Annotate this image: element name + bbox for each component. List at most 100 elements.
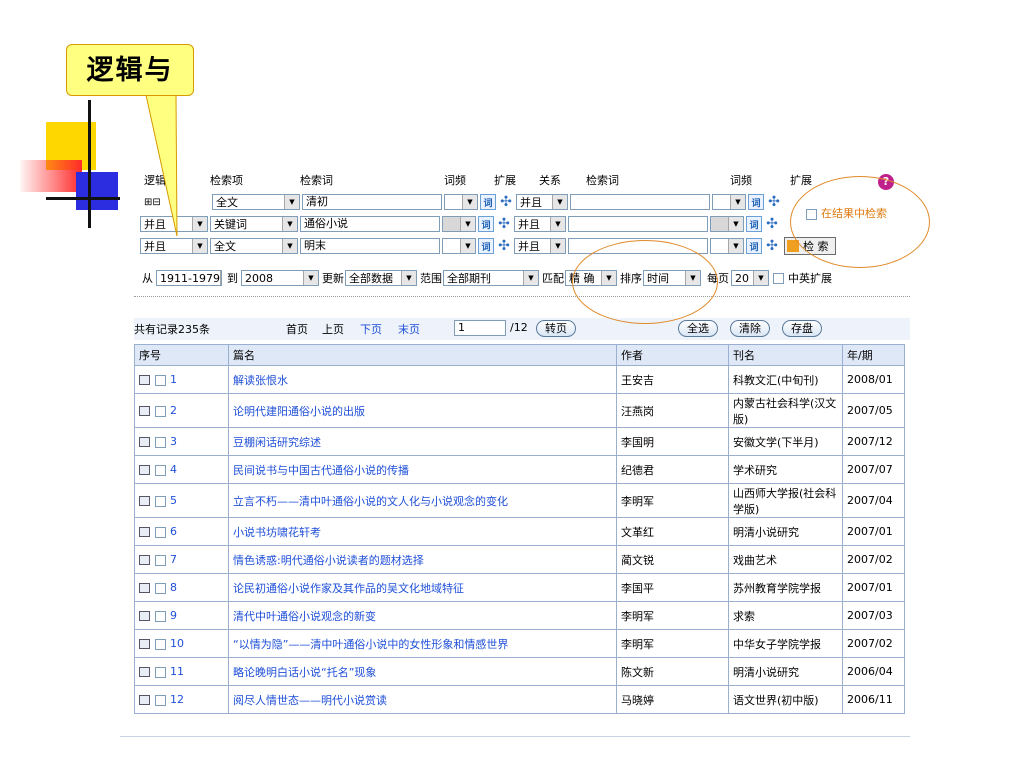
article-title-link[interactable]: 论明代建阳通俗小说的出版 xyxy=(228,393,617,428)
document-icon[interactable] xyxy=(139,611,150,621)
article-title-link[interactable]: 略论晚明白话小说“托名”现象 xyxy=(228,657,617,686)
row-number: 10 xyxy=(170,637,184,650)
row-select-cell: 6 xyxy=(134,517,229,546)
journal-cell: 山西师大学报(社会科学版) xyxy=(728,483,843,518)
table-row: 8 论民初通俗小说作家及其作品的吴文化地域特征 李国平 苏州教育学院学报 200… xyxy=(134,573,905,602)
row-checkbox[interactable] xyxy=(155,374,166,386)
author-cell: 李明军 xyxy=(616,601,729,630)
row-number: 8 xyxy=(170,581,177,594)
col-header-journal: 刊名 xyxy=(728,344,843,366)
row-checkbox[interactable] xyxy=(155,405,166,417)
row-select-cell: 7 xyxy=(134,545,229,574)
row-checkbox[interactable] xyxy=(155,666,166,678)
row-number: 12 xyxy=(170,693,184,706)
table-row: 12 阅尽人情世态——明代小说赏读 马晓婷 语文世界(初中版) 2006/11 xyxy=(134,685,905,714)
article-title-link[interactable]: 民间说书与中国古代通俗小说的传播 xyxy=(228,455,617,484)
issue-cell: 2007/02 xyxy=(842,545,905,574)
journal-cell: 求索 xyxy=(728,601,843,630)
row-number: 4 xyxy=(170,463,177,476)
author-cell: 汪燕岗 xyxy=(616,393,729,428)
document-icon[interactable] xyxy=(139,406,150,416)
document-icon[interactable] xyxy=(139,667,150,677)
article-title-link[interactable]: 立言不朽——清中叶通俗小说的文人化与小说观念的变化 xyxy=(228,483,617,518)
row-checkbox[interactable] xyxy=(155,526,166,538)
row-number: 2 xyxy=(170,404,177,417)
row-select-cell: 5 xyxy=(134,483,229,518)
row-number: 3 xyxy=(170,435,177,448)
col-header-author: 作者 xyxy=(616,344,729,366)
journal-cell: 语文世界(初中版) xyxy=(728,685,843,714)
issue-cell: 2007/02 xyxy=(842,629,905,658)
author-cell: 王安吉 xyxy=(616,365,729,394)
article-title-link[interactable]: 论民初通俗小说作家及其作品的吴文化地域特征 xyxy=(228,573,617,602)
journal-cell: 科教文汇(中旬刊) xyxy=(728,365,843,394)
issue-cell: 2007/05 xyxy=(842,393,905,428)
author-cell: 李国平 xyxy=(616,573,729,602)
document-icon[interactable] xyxy=(139,695,150,705)
row-select-cell: 3 xyxy=(134,427,229,456)
document-icon[interactable] xyxy=(139,465,150,475)
author-cell: 马晓婷 xyxy=(616,685,729,714)
row-checkbox[interactable] xyxy=(155,495,166,507)
row-number: 7 xyxy=(170,553,177,566)
row-number: 9 xyxy=(170,609,177,622)
row-checkbox[interactable] xyxy=(155,436,166,448)
table-row: 1 解读张恨水 王安吉 科教文汇(中旬刊) 2008/01 xyxy=(134,365,905,394)
journal-cell: 苏州教育学院学报 xyxy=(728,573,843,602)
article-title-link[interactable]: 小说书坊啸花轩考 xyxy=(228,517,617,546)
row-checkbox[interactable] xyxy=(155,582,166,594)
row-select-cell: 1 xyxy=(134,365,229,394)
document-icon[interactable] xyxy=(139,437,150,447)
table-row: 7 情色诱惑:明代通俗小说读者的题材选择 蔺文锐 戏曲艺术 2007/02 xyxy=(134,545,905,574)
row-select-cell: 8 xyxy=(134,573,229,602)
article-title-link[interactable]: 清代中叶通俗小说观念的新变 xyxy=(228,601,617,630)
row-number: 6 xyxy=(170,525,177,538)
issue-cell: 2007/04 xyxy=(842,483,905,518)
issue-cell: 2008/01 xyxy=(842,365,905,394)
document-icon[interactable] xyxy=(139,496,150,506)
document-icon[interactable] xyxy=(139,555,150,565)
author-cell: 陈文新 xyxy=(616,657,729,686)
row-number: 1 xyxy=(170,373,177,386)
journal-cell: 学术研究 xyxy=(728,455,843,484)
author-cell: 李国明 xyxy=(616,427,729,456)
journal-cell: 戏曲艺术 xyxy=(728,545,843,574)
row-select-cell: 2 xyxy=(134,393,229,428)
article-title-link[interactable]: “以情为隐”——清中叶通俗小说中的女性形象和情感世界 xyxy=(228,629,617,658)
issue-cell: 2007/01 xyxy=(842,517,905,546)
row-checkbox[interactable] xyxy=(155,610,166,622)
article-title-link[interactable]: 阅尽人情世态——明代小说赏读 xyxy=(228,685,617,714)
row-select-cell: 4 xyxy=(134,455,229,484)
article-title-link[interactable]: 豆棚闲话研究综述 xyxy=(228,427,617,456)
document-icon[interactable] xyxy=(139,639,150,649)
row-number: 11 xyxy=(170,665,184,678)
row-checkbox[interactable] xyxy=(155,554,166,566)
col-header-no: 序号 xyxy=(134,344,229,366)
article-title-link[interactable]: 解读张恨水 xyxy=(228,365,617,394)
row-select-cell: 10 xyxy=(134,629,229,658)
row-checkbox[interactable] xyxy=(155,694,166,706)
author-cell: 李明军 xyxy=(616,483,729,518)
issue-cell: 2007/12 xyxy=(842,427,905,456)
issue-cell: 2007/03 xyxy=(842,601,905,630)
document-icon[interactable] xyxy=(139,583,150,593)
document-icon[interactable] xyxy=(139,527,150,537)
issue-cell: 2006/11 xyxy=(842,685,905,714)
results-table: 序号 篇名 作者 刊名 年/期 1 解读张恨水 王安吉 科教文汇(中旬刊) 20… xyxy=(134,344,905,714)
row-checkbox[interactable] xyxy=(155,638,166,650)
table-row: 4 民间说书与中国古代通俗小说的传播 纪德君 学术研究 2007/07 xyxy=(134,455,905,484)
callout-pointer xyxy=(145,94,178,237)
author-cell: 李明军 xyxy=(616,629,729,658)
table-row: 6 小说书坊啸花轩考 文革红 明清小说研究 2007/01 xyxy=(134,517,905,546)
document-icon[interactable] xyxy=(139,375,150,385)
row-select-cell: 9 xyxy=(134,601,229,630)
journal-cell: 明清小说研究 xyxy=(728,657,843,686)
author-cell: 蔺文锐 xyxy=(616,545,729,574)
table-header-row: 序号 篇名 作者 刊名 年/期 xyxy=(134,344,905,366)
article-title-link[interactable]: 情色诱惑:明代通俗小说读者的题材选择 xyxy=(228,545,617,574)
row-number: 5 xyxy=(170,494,177,507)
journal-cell: 明清小说研究 xyxy=(728,517,843,546)
row-checkbox[interactable] xyxy=(155,464,166,476)
row-select-cell: 11 xyxy=(134,657,229,686)
journal-cell: 安徽文学(下半月) xyxy=(728,427,843,456)
